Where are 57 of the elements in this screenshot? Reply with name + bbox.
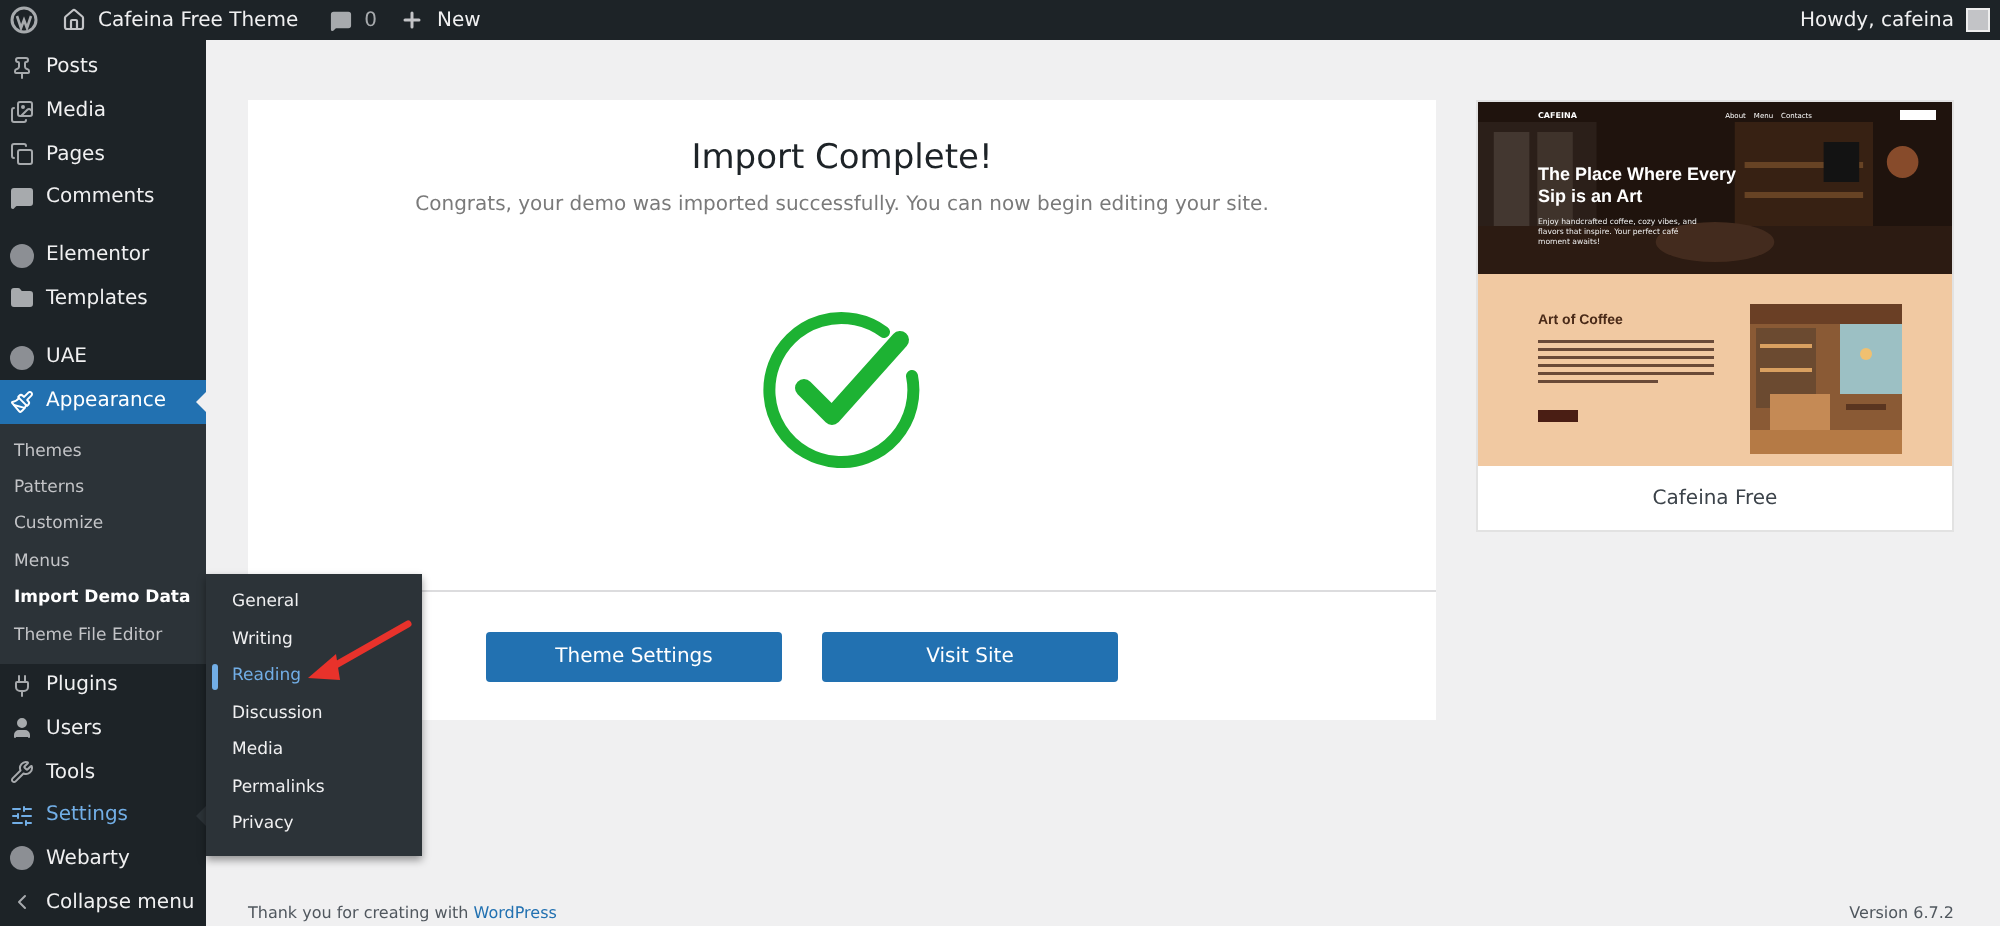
sidebar-item[interactable]: Elementor	[0, 233, 206, 277]
flyout-item[interactable]: Discussion	[206, 695, 422, 732]
greeting[interactable]: Howdy, cafeina	[1800, 9, 1954, 31]
sidebar-item[interactable]: Comments	[0, 176, 206, 220]
flyout-item[interactable]: Privacy	[206, 806, 422, 843]
wrench-icon	[10, 760, 34, 785]
pin-icon	[10, 55, 34, 80]
media-icon	[10, 99, 34, 124]
comment-icon	[330, 9, 353, 31]
footer-text: Thank you for creating with WordPress	[248, 904, 557, 922]
wordpress-link[interactable]: WordPress	[473, 904, 557, 922]
sidebar-item[interactable]: Media	[0, 89, 206, 133]
flyout-item[interactable]: Writing	[206, 621, 422, 658]
wordpress-logo-icon	[10, 6, 38, 34]
sidebar-item[interactable]: Appearance	[0, 379, 206, 423]
comment-icon	[10, 185, 34, 210]
sidebar-item[interactable]: UAE	[0, 336, 206, 380]
version-text: Version 6.7.2	[1849, 904, 1954, 922]
preview-hero-title: The Place Where Every Sip is an Art	[1538, 164, 1739, 206]
flyout-item[interactable]: Reading	[206, 658, 422, 695]
paintbrush-icon	[10, 389, 34, 414]
sidebar-item[interactable]: Plugins	[0, 663, 206, 708]
settings-icon	[10, 803, 34, 828]
sidebar-item[interactable]: Webarty	[0, 837, 206, 881]
plus-icon	[400, 8, 425, 32]
elementor-icon	[10, 243, 34, 268]
new-link[interactable]: New	[436, 9, 481, 31]
submenu-item[interactable]: Patterns	[0, 469, 206, 507]
sidebar-item[interactable]: Tools	[0, 750, 206, 794]
site-name-link[interactable]: Cafeina Free Theme	[98, 9, 299, 31]
submenu-item[interactable]: Customize	[0, 506, 206, 544]
flyout-item[interactable]: General	[206, 584, 422, 621]
theme-settings-button[interactable]: Theme Settings	[486, 631, 782, 681]
sidebar-item[interactable]: Templates	[0, 276, 206, 321]
home-icon	[62, 8, 86, 32]
user-icon	[10, 716, 34, 741]
sidebar-item[interactable]: Users	[0, 707, 206, 751]
folder-icon	[10, 286, 34, 311]
sidebar-item[interactable]: Collapse menu	[0, 880, 206, 924]
submenu-item[interactable]: Themes	[0, 433, 206, 470]
flyout-item[interactable]: Media	[206, 732, 422, 769]
visit-site-button[interactable]: Visit Site	[822, 631, 1118, 681]
pages-icon	[10, 142, 34, 167]
plug-icon	[10, 673, 34, 698]
webarty-icon	[10, 846, 34, 871]
import-message: Congrats, your demo was imported successfully. You can now begin editing your site.	[415, 194, 1269, 216]
uae-icon	[10, 345, 34, 370]
theme-name: Cafeina Free	[1650, 485, 1780, 513]
import-title: Import Complete!	[691, 138, 993, 178]
avatar[interactable]	[1966, 8, 1990, 32]
submenu-item[interactable]: Menus	[0, 543, 206, 581]
sidebar-item[interactable]: Posts	[0, 46, 206, 90]
submenu-item[interactable]: Theme File Editor	[0, 616, 206, 654]
sidebar-item[interactable]: Pages	[0, 132, 206, 177]
submenu-item[interactable]: Import Demo Data	[0, 580, 206, 617]
flyout-item[interactable]: Permalinks	[206, 769, 422, 806]
comment-count[interactable]: 0	[364, 9, 377, 31]
